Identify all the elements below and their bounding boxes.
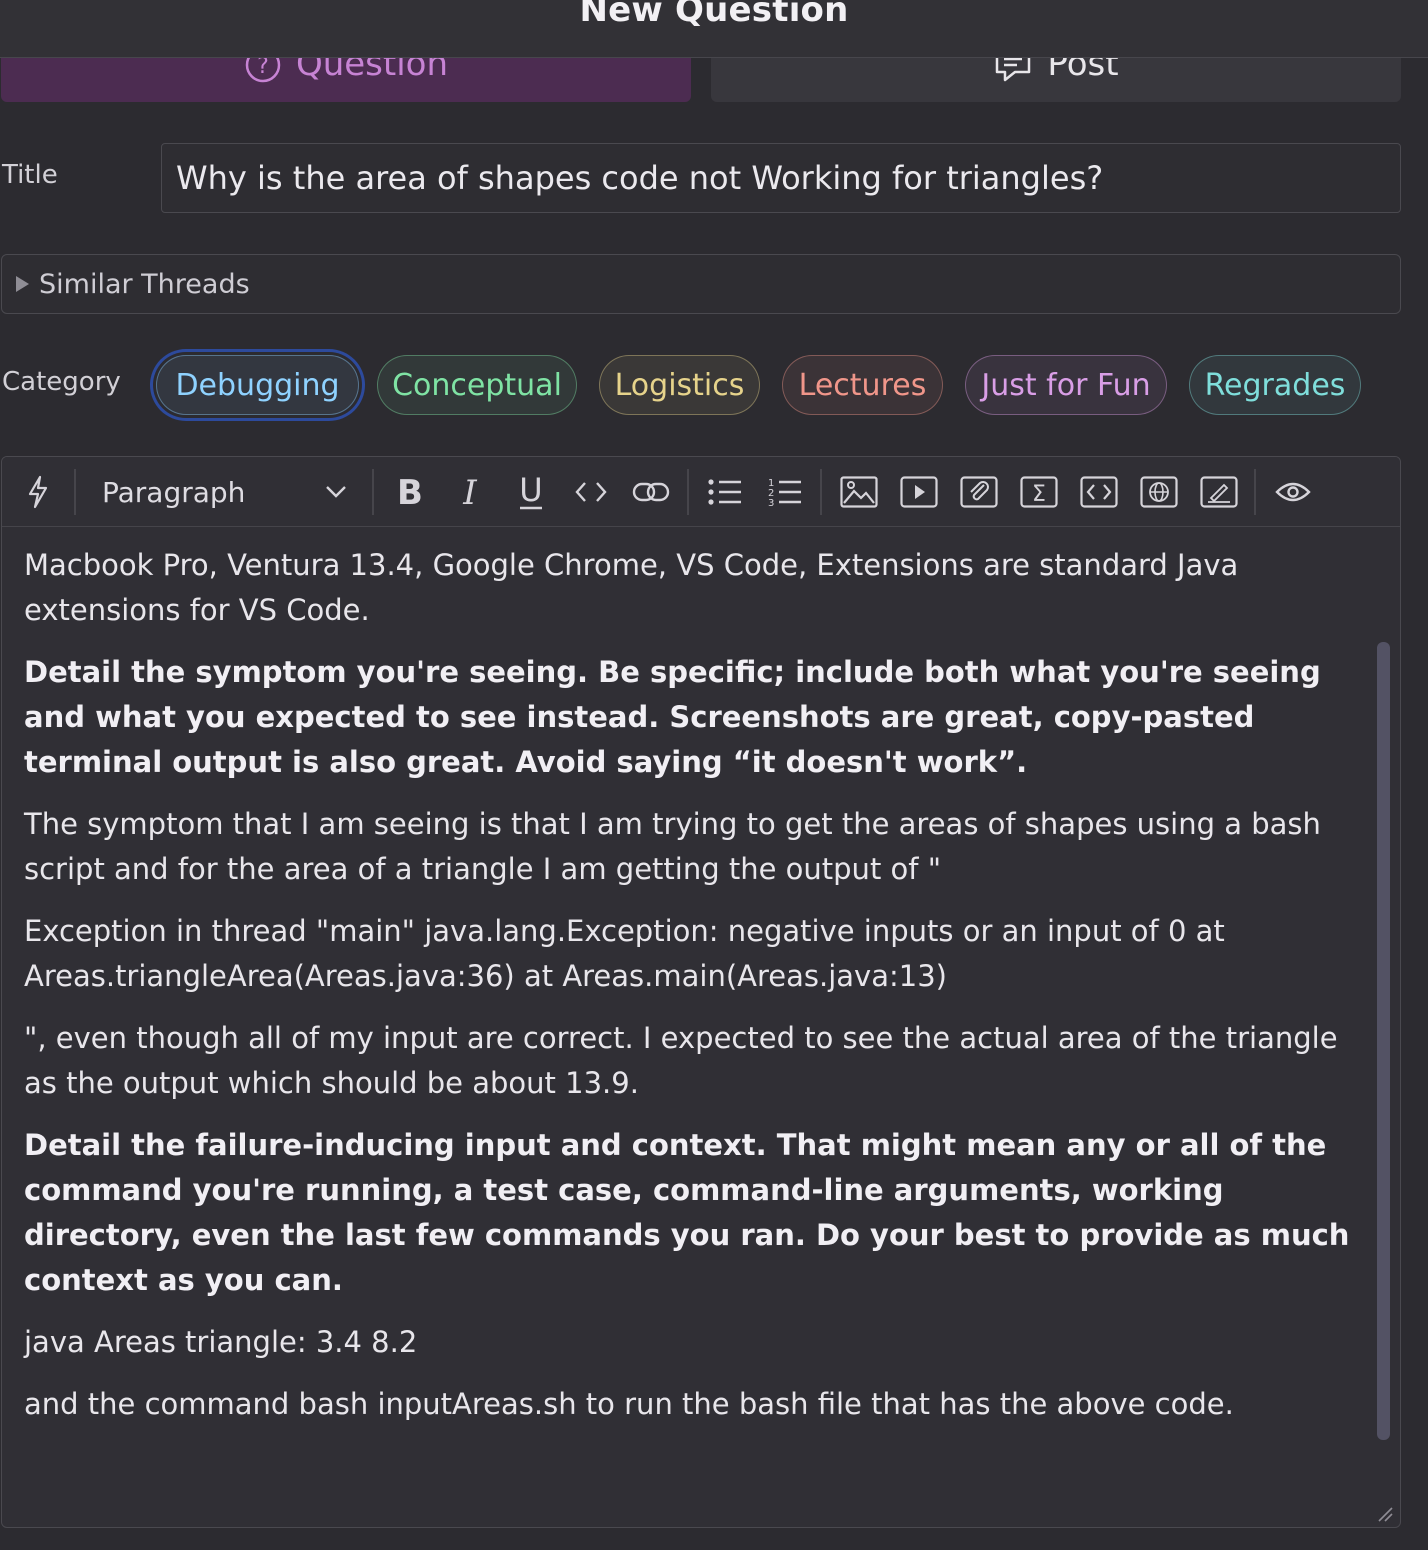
modal-header: New Question [0, 0, 1428, 58]
underline-icon[interactable]: U [511, 472, 551, 512]
editor-paragraph: Exception in thread "main" java.lang.Exc… [24, 914, 1225, 993]
math-icon[interactable]: Σ [1019, 472, 1059, 512]
category-chip-just-for-fun[interactable]: Just for Fun [965, 355, 1167, 415]
svg-text:3: 3 [768, 498, 774, 508]
editor-paragraph: The symptom that I am seeing is that I a… [24, 807, 1321, 886]
title-input[interactable]: Why is the area of shapes code not Worki… [161, 143, 1401, 213]
editor-paragraph: ", even though all of my input are corre… [24, 1021, 1338, 1100]
rich-text-editor[interactable]: Paragraph B I U 123 Σ Macbook Pro, Ventu… [1, 456, 1401, 1528]
editor-paragraph: and the command bash inputAreas.sh to ru… [24, 1387, 1234, 1421]
resize-handle-icon[interactable] [1376, 1505, 1394, 1523]
editor-scrollbar[interactable] [1377, 642, 1390, 1440]
category-chip-label: Regrades [1204, 367, 1346, 403]
svg-text:I: I [462, 475, 477, 509]
svg-text:U: U [519, 473, 542, 509]
italic-icon[interactable]: I [450, 472, 490, 512]
code-block-icon[interactable] [1079, 472, 1119, 512]
category-chip-debugging[interactable]: Debugging [156, 355, 359, 415]
title-input-value: Why is the area of shapes code not Worki… [176, 159, 1104, 197]
category-chip-conceptual[interactable]: Conceptual [377, 355, 577, 415]
bullet-list-icon[interactable] [705, 472, 745, 512]
new-question-page: ? Question Post New Question Title Why i… [0, 0, 1428, 1550]
chevron-down-icon [326, 486, 346, 498]
editor-paragraph: Detail the symptom you're seeing. Be spe… [24, 655, 1321, 779]
link-icon[interactable] [631, 472, 671, 512]
category-chip-regrades[interactable]: Regrades [1189, 355, 1361, 415]
page-title: New Question [579, 0, 849, 30]
category-chip-lectures[interactable]: Lectures [782, 355, 943, 415]
category-chip-label: Logistics [614, 367, 745, 403]
editor-paragraph: Macbook Pro, Ventura 13.4, Google Chrome… [24, 548, 1239, 627]
draw-icon[interactable] [1199, 472, 1239, 512]
similar-threads-label: Similar Threads [39, 268, 250, 300]
svg-text:B: B [397, 475, 423, 509]
category-chip-label: Just for Fun [981, 367, 1151, 403]
numbered-list-icon[interactable]: 123 [765, 472, 805, 512]
category-chip-label: Debugging [175, 367, 340, 403]
editor-content[interactable]: Macbook Pro, Ventura 13.4, Google Chrome… [24, 527, 1364, 1427]
category-chip-label: Lectures [798, 367, 927, 403]
expand-triangle-icon [16, 276, 29, 292]
preview-icon[interactable] [1273, 472, 1313, 512]
video-icon[interactable] [899, 472, 939, 512]
paragraph-style-value: Paragraph [102, 475, 246, 509]
category-chip-label: Conceptual [392, 367, 562, 403]
similar-threads-toggle[interactable]: Similar Threads [1, 254, 1401, 314]
web-embed-icon[interactable] [1139, 472, 1179, 512]
inline-code-icon[interactable] [571, 472, 611, 512]
editor-toolbar: Paragraph B I U 123 Σ [2, 457, 1400, 527]
attachment-icon[interactable] [959, 472, 999, 512]
image-icon[interactable] [839, 472, 879, 512]
ai-assist-icon[interactable] [18, 472, 58, 512]
svg-text:Σ: Σ [1032, 482, 1046, 507]
editor-paragraph: java Areas triangle: 3.4 8.2 [24, 1325, 418, 1359]
paragraph-style-select[interactable]: Paragraph [90, 469, 360, 515]
category-label: Category [2, 367, 121, 397]
category-chip-logistics[interactable]: Logistics [599, 355, 760, 415]
bold-icon[interactable]: B [390, 472, 430, 512]
editor-paragraph: Detail the failure-inducing input and co… [24, 1128, 1350, 1297]
title-label: Title [2, 160, 58, 190]
